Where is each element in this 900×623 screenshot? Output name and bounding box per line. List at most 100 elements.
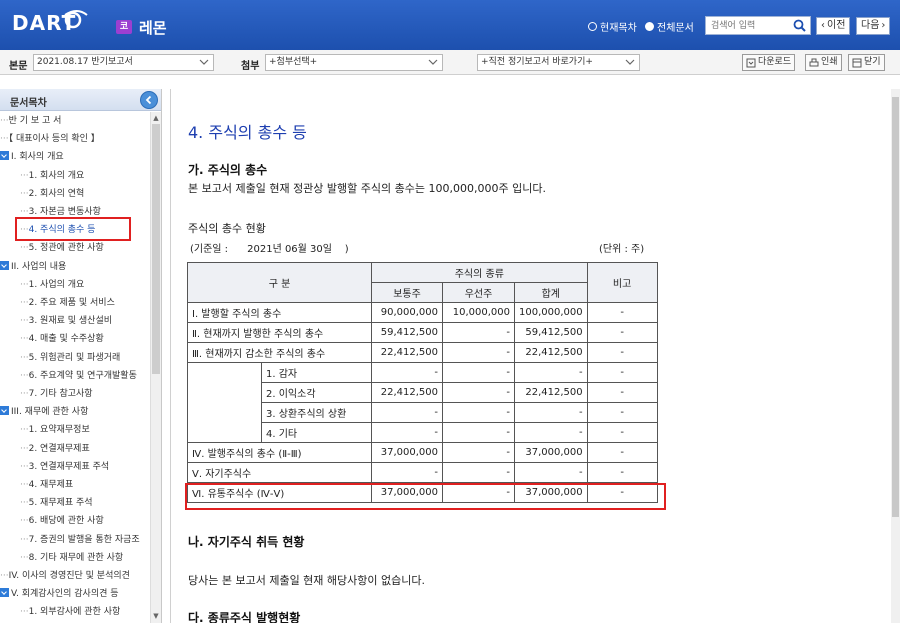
radio-all-document[interactable]: 전체문서 bbox=[645, 19, 694, 34]
tree-connector: ··· bbox=[0, 116, 9, 126]
toc-item[interactable]: ···5. 정관에 관한 사항 bbox=[20, 239, 104, 257]
cell-common: - bbox=[371, 362, 443, 383]
header-total: 합계 bbox=[514, 282, 588, 303]
tree-connector: ··· bbox=[20, 298, 29, 308]
toc-item[interactable]: ···4. 재무제표 bbox=[20, 476, 73, 494]
toc-item[interactable]: V. 회계감사인의 감사의견 등 bbox=[0, 585, 119, 603]
next-label: 다음 bbox=[861, 20, 880, 31]
search-input[interactable] bbox=[706, 17, 790, 34]
toc-item-label: 1. 외부감사에 관한 사항 bbox=[28, 607, 121, 618]
section-a-body: 본 보고서 제출일 현재 정관상 발행할 주식의 총수는 100,000,000… bbox=[188, 182, 546, 195]
toc-item-label: II. 사업의 내용 bbox=[11, 261, 67, 272]
header-share-types: 주식의 종류 bbox=[371, 262, 588, 283]
collapse-sidebar-button[interactable] bbox=[140, 91, 158, 109]
tree-connector: ··· bbox=[20, 552, 29, 563]
toc-item-label: 반 기 보 고 서 bbox=[8, 116, 62, 126]
cell-common: 90,000,000 bbox=[371, 302, 443, 323]
scroll-up-icon[interactable]: ▲ bbox=[152, 114, 160, 122]
indent-cell bbox=[187, 362, 262, 443]
toc-item-label: 6. 주요계약 및 연구개발활동 bbox=[28, 370, 137, 381]
report-select-value: 2021.08.17 반기보고서 bbox=[37, 57, 133, 67]
tree-connector: ··· bbox=[20, 279, 29, 290]
sidebar-scroll-thumb[interactable] bbox=[152, 124, 160, 374]
cell-common: - bbox=[371, 422, 443, 443]
toc-item[interactable]: ···7. 증권의 발행을 통한 자금조 bbox=[20, 531, 140, 549]
tree-connector: ··· bbox=[20, 352, 29, 363]
toc-item[interactable]: ···5. 재무제표 주석 bbox=[20, 494, 93, 512]
chevron-right-icon: › bbox=[881, 20, 886, 31]
toc-item[interactable]: ···7. 기타 참고사항 bbox=[20, 385, 93, 403]
download-button[interactable]: 다운로드 bbox=[742, 54, 796, 71]
prev-label: 이전 bbox=[827, 20, 846, 31]
toc-item[interactable]: II. 사업의 내용 bbox=[0, 258, 66, 276]
toc-title: 문서목차 bbox=[10, 98, 47, 109]
close-button[interactable]: 닫기 bbox=[848, 54, 885, 71]
next-button[interactable]: 다음 › bbox=[856, 17, 891, 35]
toc-item-label: IV. 이사의 경영진단 및 분석의견 bbox=[8, 571, 130, 581]
download-label: 다운로드 bbox=[758, 57, 792, 67]
tree-connector: ··· bbox=[20, 207, 29, 217]
sidebar-scrollbar[interactable]: ▲ ▼ bbox=[150, 112, 161, 623]
toc-item-label: 5. 재무제표 주석 bbox=[28, 498, 93, 509]
toc-item[interactable]: ···1. 요약재무정보 bbox=[20, 421, 90, 439]
table-row: Ⅲ. 현재까지 감소한 주식의 총수 22,412,500-22,412,500- bbox=[187, 342, 658, 363]
cell-preferred: - bbox=[442, 342, 515, 363]
toc-item-label: 1. 요약재무정보 bbox=[28, 425, 90, 436]
radio-current-toc[interactable]: 현재목차 bbox=[588, 19, 637, 34]
toc-item-label: 4. 재무제표 bbox=[28, 480, 74, 490]
toc-item[interactable]: ···4. 매출 및 수주상황 bbox=[20, 330, 104, 348]
toc-item-label: 8. 기타 재무에 관한 사항 bbox=[28, 552, 124, 563]
expand-toggle-icon[interactable] bbox=[0, 260, 9, 270]
toc-item[interactable]: ···3. 원재료 및 생산설비 bbox=[20, 312, 112, 330]
toc-item[interactable]: ···IV. 이사의 경영진단 및 분석의견 bbox=[0, 567, 130, 585]
toc-item[interactable]: ···2. 주요 제품 및 서비스 bbox=[20, 294, 115, 312]
attach-select[interactable]: +첨부선택+ bbox=[265, 54, 443, 71]
toc-item[interactable]: ···2. 회사의 연혁 bbox=[20, 185, 84, 203]
cell-preferred: 10,000,000 bbox=[442, 302, 515, 323]
toc-item[interactable]: ···6. 주요계약 및 연구개발활동 bbox=[20, 367, 137, 385]
cell-preferred: - bbox=[442, 422, 515, 443]
previous-report-select[interactable]: +직전 정기보고서 바로가기+ bbox=[477, 54, 640, 71]
chevron-left-icon bbox=[145, 95, 152, 105]
header-preferred: 우선주 bbox=[442, 282, 515, 303]
toc-item[interactable]: ···8. 기타 재무에 관한 사항 bbox=[20, 549, 123, 567]
toc-item[interactable]: ···2. 연결재무제표 bbox=[20, 440, 90, 458]
expand-toggle-icon[interactable] bbox=[0, 406, 9, 416]
toc-item[interactable]: ···1. 외부감사에 관한 사항 bbox=[20, 603, 120, 621]
toc-item[interactable]: ···1. 사업의 개요 bbox=[20, 276, 84, 294]
row-label: Ⅲ. 현재까지 감소한 주식의 총수 bbox=[187, 342, 372, 363]
toc-item[interactable]: ···【 대표이사 등의 확인 】 bbox=[0, 130, 100, 148]
expand-toggle-icon[interactable] bbox=[0, 151, 9, 161]
expand-toggle-icon[interactable] bbox=[0, 588, 9, 598]
toc-item-label: 6. 배당에 관한 사항 bbox=[28, 516, 104, 527]
toc-item[interactable]: ···5. 위험관리 및 파생거래 bbox=[20, 349, 120, 367]
tree-connector: ··· bbox=[20, 461, 29, 472]
top-header: DART 코 레몬 현재목차 전체문서 ‹ 이전 다음 › bbox=[0, 0, 900, 50]
scroll-down-icon[interactable]: ▼ bbox=[152, 612, 160, 620]
content-scrollbar[interactable] bbox=[891, 89, 900, 623]
row-label: 2. 이익소각 bbox=[261, 382, 372, 403]
cell-preferred: - bbox=[442, 442, 515, 463]
print-button[interactable]: 인쇄 bbox=[805, 54, 842, 71]
toc-item[interactable]: I. 회사의 개요 bbox=[0, 148, 64, 166]
toc-item[interactable]: ···3. 연결재무제표 주석 bbox=[20, 458, 109, 476]
radio-all-label: 전체문서 bbox=[657, 23, 694, 34]
tree-connector: ··· bbox=[20, 607, 29, 618]
toc-item[interactable]: III. 재무에 관한 사항 bbox=[0, 403, 88, 421]
content-scroll-thumb[interactable] bbox=[892, 97, 899, 517]
toc-item[interactable]: ···1. 회사의 개요 bbox=[20, 167, 84, 185]
header-common: 보통주 bbox=[371, 282, 443, 303]
toc-item[interactable]: ···6. 배당에 관한 사항 bbox=[20, 512, 104, 530]
cell-total: - bbox=[514, 422, 588, 443]
report-select[interactable]: 2021.08.17 반기보고서 bbox=[33, 54, 214, 71]
section-c-title: 다. 종류주식 발행현황 bbox=[188, 611, 301, 623]
company-badge: 코 bbox=[116, 20, 132, 34]
document-content: 4. 주식의 총수 등 가. 주식의 총수 본 보고서 제출일 현재 정관상 발… bbox=[170, 89, 891, 623]
prev-button[interactable]: ‹ 이전 bbox=[816, 17, 851, 35]
table-row: 1. 감자 - - - - bbox=[187, 362, 658, 443]
toc-item[interactable]: ···반 기 보 고 서 bbox=[0, 112, 61, 130]
search-icon[interactable] bbox=[790, 17, 808, 34]
tree-connector: ··· bbox=[20, 498, 29, 509]
toc-item-label: V. 회계감사인의 감사의견 등 bbox=[11, 589, 119, 600]
tree-connector: ··· bbox=[20, 243, 29, 254]
